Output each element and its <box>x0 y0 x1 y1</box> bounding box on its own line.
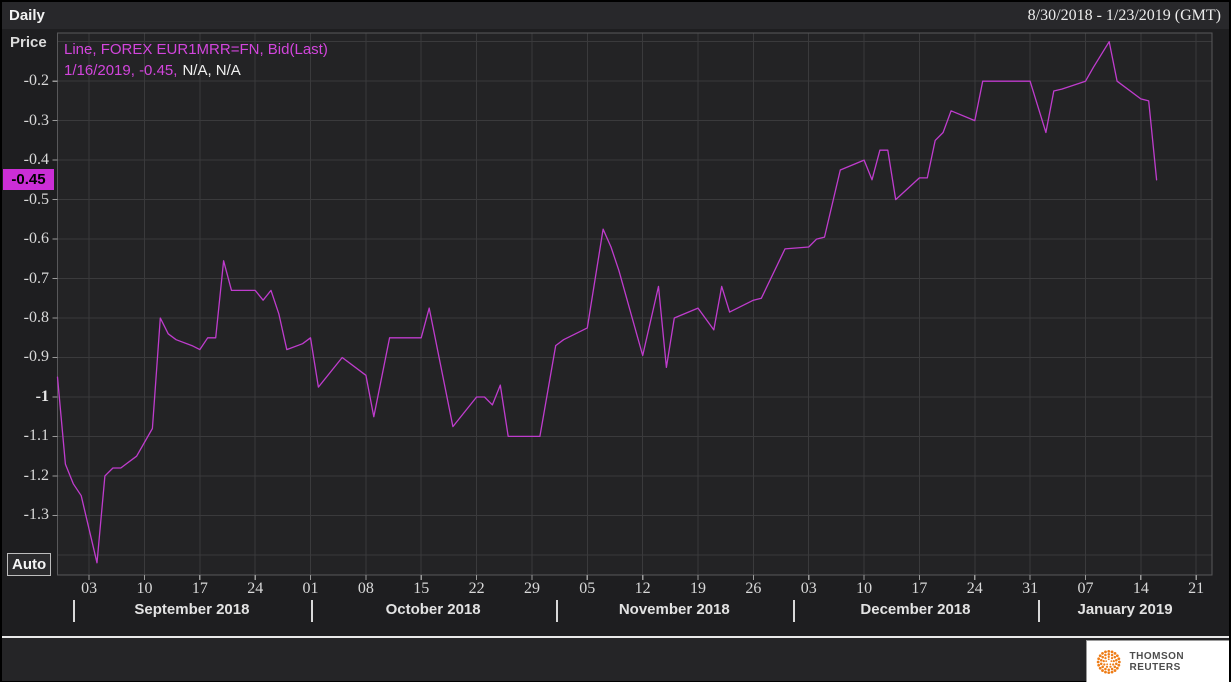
month-separator <box>792 600 795 622</box>
x-tick-label: 22 <box>468 580 485 597</box>
y-tick-label: -0.7 <box>23 269 49 287</box>
x-tick-label: 17 <box>911 580 928 597</box>
chart-legend[interactable]: Line, FOREX EUR1MRR=FN, Bid(Last) 1/16/2… <box>64 39 328 81</box>
y-tick-label: -0.8 <box>23 309 49 326</box>
month-separator <box>73 600 76 622</box>
y-tick-label: -1.3 <box>23 506 49 524</box>
x-tick-label: 15 <box>413 580 430 597</box>
current-price-badge: -0.45 <box>3 169 54 191</box>
x-tick-label: 17 <box>191 580 208 597</box>
x-tick-label: 24 <box>247 580 264 597</box>
x-tick-label: 01 <box>302 580 319 597</box>
x-tick-label: 29 <box>523 580 540 597</box>
chart-window: Daily 8/30/2018 - 1/23/2019 (GMT) Price … <box>0 0 1231 682</box>
x-tick-label: 10 <box>136 580 153 597</box>
legend-values-row: 1/16/2019, -0.45, N/A, N/A <box>64 60 328 81</box>
y-tick-label: -1.2 <box>23 466 49 484</box>
y-tick-label: -0.4 <box>23 151 49 169</box>
month-separator <box>1038 600 1041 622</box>
legend-series-label: Line, FOREX EUR1MRR=FN, Bid(Last) <box>64 41 328 58</box>
x-tick-label: 10 <box>856 580 873 597</box>
month-separator <box>555 600 558 622</box>
thomson-reuters-logo: THOMSON REUTERS <box>1086 640 1229 682</box>
x-tick-label: 03 <box>800 580 817 597</box>
x-tick-label: 12 <box>634 580 651 597</box>
y-tick-label: -0.6 <box>23 230 49 248</box>
y-tick-label: -0.3 <box>23 111 49 129</box>
thomson-reuters-kinesis-icon <box>1096 649 1121 674</box>
month-label: December 2018 <box>860 601 971 618</box>
x-tick-label: 31 <box>1022 580 1039 597</box>
auto-scale-button[interactable]: Auto <box>7 553 52 576</box>
month-label: October 2018 <box>385 601 481 618</box>
month-label: November 2018 <box>618 601 730 618</box>
y-tick-label: -0.9 <box>23 348 49 366</box>
month-label: September 2018 <box>134 601 250 618</box>
y-axis-title: Price <box>10 34 47 51</box>
bottom-bar: THOMSON REUTERS <box>2 638 1229 682</box>
x-tick-label: 19 <box>690 580 706 597</box>
logo-text: THOMSON REUTERS <box>1129 650 1185 673</box>
x-tick-label: 08 <box>357 580 374 597</box>
y-tick-label: -0.2 <box>23 72 49 90</box>
x-tick-label: 07 <box>1077 580 1094 597</box>
x-tick-label: 24 <box>966 580 983 597</box>
x-tick-label: 05 <box>579 580 596 597</box>
x-tick-label: 21 <box>1188 580 1205 597</box>
month-label: January 2019 <box>1077 601 1173 618</box>
x-tick-label: 14 <box>1132 580 1149 597</box>
legend-current-value: 1/16/2019, -0.45, <box>64 62 178 79</box>
y-tick-label: -1.1 <box>23 427 49 445</box>
month-separator <box>310 600 313 622</box>
y-tick-label: -0.5 <box>23 190 49 208</box>
x-tick-label: 03 <box>81 580 98 597</box>
y-tick-label: -1 <box>35 387 49 405</box>
x-tick-label: 26 <box>745 580 762 597</box>
legend-na-values: N/A, N/A <box>182 62 241 79</box>
